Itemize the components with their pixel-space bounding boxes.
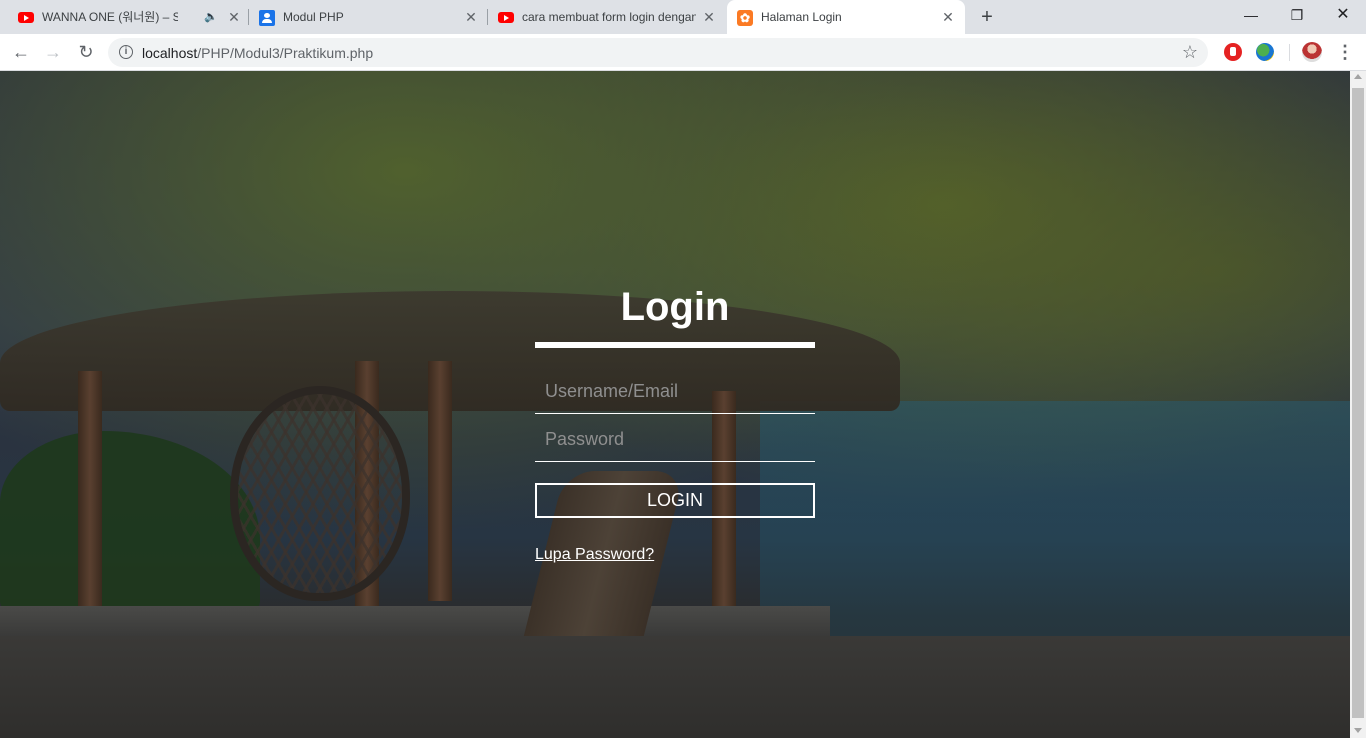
background-deck	[0, 606, 830, 636]
info-icon[interactable]: i	[119, 45, 133, 59]
login-title: Login	[620, 285, 730, 329]
url-path: /PHP/Modul3/Praktikum.php	[197, 45, 374, 61]
restore-button[interactable]: ❐	[1274, 0, 1320, 30]
tab-modul-php[interactable]: Modul PHP ✕	[249, 0, 488, 34]
tab-title: WANNA ONE (워너원) – SPRI	[42, 10, 178, 24]
password-field-wrapper	[535, 417, 815, 462]
scroll-up-arrow-icon[interactable]	[1354, 74, 1362, 79]
minimize-button[interactable]: —	[1228, 0, 1274, 30]
password-input[interactable]	[535, 417, 815, 461]
tab-title: cara membuat form login dengan	[522, 10, 696, 24]
adblock-extension-icon[interactable]	[1224, 43, 1242, 61]
login-button[interactable]: LOGIN	[535, 483, 815, 518]
username-field-wrapper	[535, 369, 815, 414]
background-bush	[0, 431, 260, 611]
youtube-icon	[18, 10, 34, 26]
toolbar-separator	[1289, 44, 1290, 61]
close-tab-icon[interactable]: ✕	[464, 10, 478, 24]
tab-title: Halaman Login	[761, 10, 842, 24]
background-sea	[760, 401, 1350, 661]
google-classroom-icon	[259, 10, 275, 26]
close-tab-icon[interactable]: ✕	[702, 10, 716, 24]
close-tab-icon[interactable]: ✕	[227, 10, 241, 24]
address-bar[interactable]: i localhost/PHP/Modul3/Praktikum.php ☆	[108, 38, 1208, 67]
login-form: Login LOGIN Lupa Password?	[535, 284, 815, 564]
tab-wanna-one[interactable]: WANNA ONE (워너원) – SPRI 🔈 ✕	[8, 0, 249, 34]
reload-button[interactable]: ↻	[73, 39, 99, 65]
scroll-down-arrow-icon[interactable]	[1354, 728, 1362, 733]
title-underline	[535, 342, 815, 348]
background-post	[428, 361, 452, 601]
speaker-icon[interactable]: 🔈	[204, 10, 218, 24]
profile-avatar[interactable]	[1302, 42, 1322, 62]
bookmark-star-icon[interactable]: ☆	[1182, 42, 1198, 62]
tab-strip: WANNA ONE (워너원) – SPRI 🔈 ✕ Modul PHP ✕ c…	[0, 0, 1366, 34]
youtube-icon	[498, 10, 514, 26]
globe-extension-icon[interactable]	[1256, 43, 1274, 61]
scroll-thumb[interactable]	[1352, 88, 1364, 718]
close-tab-icon[interactable]: ✕	[941, 10, 955, 24]
vertical-scrollbar[interactable]	[1350, 71, 1366, 738]
new-tab-button[interactable]: +	[976, 6, 998, 28]
background-sand	[0, 636, 1350, 738]
tab-halaman-login[interactable]: ✿ Halaman Login ✕	[727, 0, 965, 34]
url-text[interactable]: localhost/PHP/Modul3/Praktikum.php	[142, 45, 373, 61]
kebab-menu-icon[interactable]: ⋮	[1336, 40, 1354, 64]
background-hanging-chair	[230, 386, 410, 601]
close-window-button[interactable]: ✕	[1320, 0, 1366, 30]
tab-title: Modul PHP	[283, 10, 344, 24]
page-viewport: Login LOGIN Lupa Password?	[0, 71, 1350, 738]
tab-cara-membuat[interactable]: cara membuat form login dengan ✕	[488, 0, 726, 34]
username-input[interactable]	[535, 369, 815, 413]
forgot-password-link[interactable]: Lupa Password?	[535, 546, 654, 564]
xampp-icon: ✿	[737, 10, 753, 26]
back-button[interactable]: ←	[8, 39, 34, 65]
browser-toolbar: ← → ↻ i localhost/PHP/Modul3/Praktikum.p…	[0, 34, 1366, 71]
forward-button[interactable]: →	[40, 39, 66, 65]
url-host: localhost	[142, 45, 198, 61]
background-post	[78, 371, 102, 611]
